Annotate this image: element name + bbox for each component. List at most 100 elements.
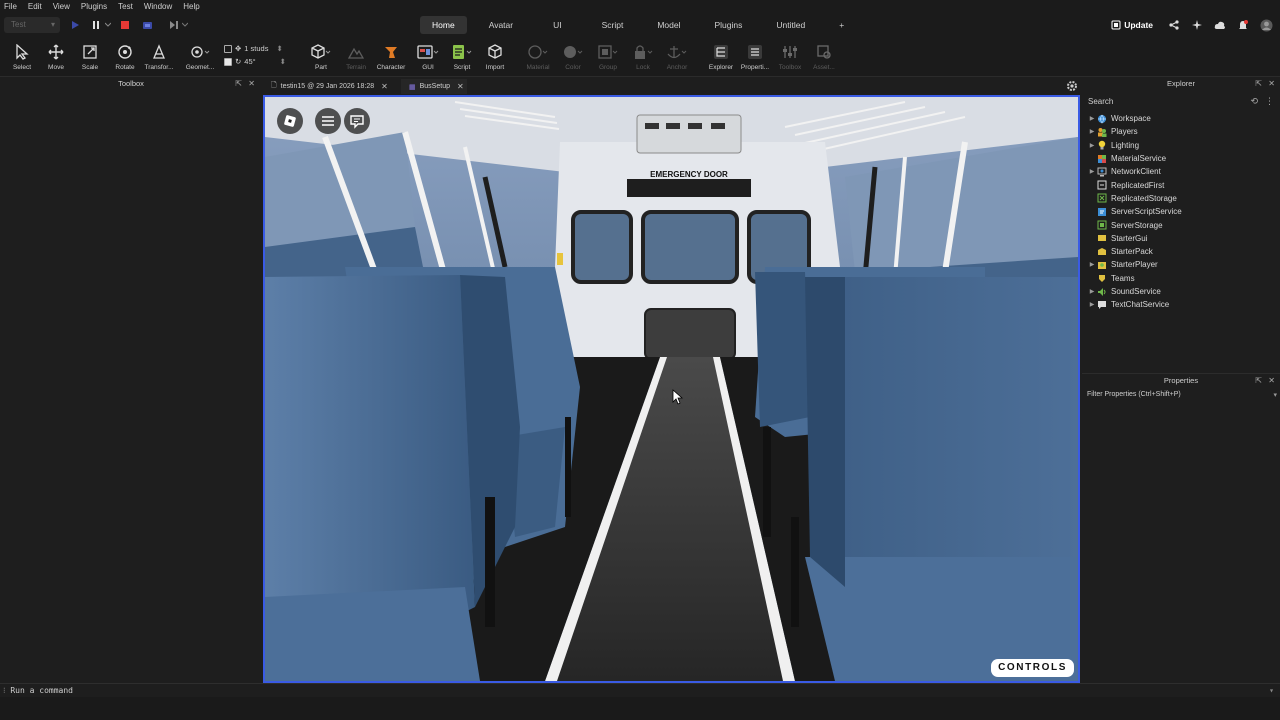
- rotate-tool-button[interactable]: Rotate: [107, 42, 143, 74]
- client-server-icon[interactable]: [141, 19, 153, 31]
- move-snap-value[interactable]: 1 studs: [244, 44, 268, 53]
- tab-home[interactable]: Home: [420, 16, 467, 34]
- tree-item-soundservice[interactable]: ▶ SoundService: [1082, 285, 1280, 298]
- pause-button[interactable]: [90, 19, 102, 31]
- gui-button[interactable]: GUI: [410, 42, 446, 74]
- avatar[interactable]: [1258, 17, 1274, 33]
- chevron-down-icon[interactable]: [181, 19, 189, 31]
- group-button[interactable]: Group: [590, 42, 626, 74]
- lock-button[interactable]: Lock: [625, 42, 661, 74]
- command-input[interactable]: Run a command: [10, 686, 73, 695]
- controls-button[interactable]: CONTROLS: [991, 659, 1074, 677]
- color-button[interactable]: Color: [555, 42, 591, 74]
- close-icon[interactable]: ✕: [248, 77, 255, 91]
- popout-icon[interactable]: ⇱: [1255, 374, 1262, 388]
- chevron-down-icon[interactable]: ▾: [1269, 684, 1274, 698]
- menu-help[interactable]: Help: [183, 2, 199, 11]
- explorer-toggle-button[interactable]: Explorer: [703, 42, 739, 74]
- expand-arrow-icon[interactable]: ▶: [1087, 168, 1097, 175]
- more-options-icon[interactable]: ⋮: [1265, 96, 1274, 107]
- 3d-viewport[interactable]: EMERGENCY DOOR CONTROLS: [263, 95, 1080, 683]
- expand-arrow-icon[interactable]: ▶: [1087, 261, 1097, 268]
- toolbox-toggle-button[interactable]: Toolbox: [772, 42, 808, 74]
- doc-tab-bussetup[interactable]: ▦ BusSetup ✕: [401, 79, 467, 94]
- part-button[interactable]: Part: [303, 42, 339, 74]
- tab-untitled[interactable]: Untitled: [764, 16, 817, 34]
- character-button[interactable]: Character: [373, 42, 409, 74]
- tree-item-serverstorage[interactable]: ServerStorage: [1082, 218, 1280, 231]
- tree-item-workspace[interactable]: ▶ Workspace: [1082, 112, 1280, 125]
- menu-test[interactable]: Test: [118, 2, 133, 11]
- tree-item-starterpack[interactable]: StarterPack: [1082, 245, 1280, 258]
- tree-item-starterplayer[interactable]: ▶ StarterPlayer: [1082, 258, 1280, 271]
- geometry-tool-button[interactable]: Geomet...: [182, 42, 218, 74]
- chevron-down-icon[interactable]: [104, 19, 112, 31]
- material-button[interactable]: Material: [520, 42, 556, 74]
- tree-item-startergui[interactable]: StarterGui: [1082, 232, 1280, 245]
- tab-avatar[interactable]: Avatar: [477, 16, 525, 34]
- roblox-menu-button[interactable]: [277, 108, 303, 134]
- menu-file[interactable]: File: [4, 2, 17, 11]
- rotate-snap-checkbox[interactable]: [224, 57, 232, 66]
- command-bar[interactable]: ⁝ Run a command ▾: [0, 683, 1280, 697]
- terrain-button[interactable]: Terrain: [338, 42, 374, 74]
- share-icon[interactable]: [1166, 17, 1182, 33]
- add-tab-button[interactable]: +: [827, 16, 856, 34]
- notification-bell-icon[interactable]: [1235, 17, 1251, 33]
- properties-toggle-button[interactable]: Properti...: [737, 42, 773, 74]
- tree-item-replicatedfirst[interactable]: ReplicatedFirst: [1082, 178, 1280, 191]
- hamburger-menu-button[interactable]: [315, 108, 341, 134]
- stop-button[interactable]: [119, 19, 131, 31]
- tab-plugins[interactable]: Plugins: [703, 16, 755, 34]
- explorer-search-input[interactable]: Search: [1086, 95, 1276, 109]
- gear-icon[interactable]: [1066, 80, 1078, 92]
- step-forward-icon[interactable]: [168, 19, 180, 31]
- tab-ui[interactable]: UI: [535, 16, 580, 34]
- move-snap-row[interactable]: ✥ 1 studs ⬍: [224, 42, 294, 55]
- assistant-icon[interactable]: [1189, 17, 1205, 33]
- chevron-down-icon[interactable]: ▾: [1273, 391, 1277, 399]
- close-icon[interactable]: ✕: [1268, 374, 1275, 388]
- tree-item-textchatservice[interactable]: ▶ TextChatService: [1082, 298, 1280, 311]
- tab-model[interactable]: Model: [645, 16, 692, 34]
- expand-arrow-icon[interactable]: ▶: [1087, 288, 1097, 295]
- close-icon[interactable]: ✕: [457, 82, 464, 91]
- script-button[interactable]: Script: [444, 42, 480, 74]
- expand-arrow-icon[interactable]: ▶: [1087, 301, 1097, 308]
- menu-edit[interactable]: Edit: [28, 2, 42, 11]
- doc-tab-place[interactable]: 🗋 testin15 @ 29 Jan 2026 18:28 ✕: [263, 79, 393, 94]
- scale-tool-button[interactable]: Scale: [72, 42, 108, 74]
- history-icon[interactable]: ⟲: [1250, 96, 1258, 107]
- stepper-icon[interactable]: ⬍: [276, 44, 282, 53]
- update-button[interactable]: Update: [1105, 17, 1159, 33]
- filter-properties-input[interactable]: Filter Properties (Ctrl+Shift+P) ▾: [1087, 391, 1277, 399]
- rotate-snap-value[interactable]: 45°: [244, 57, 255, 66]
- import-button[interactable]: Import: [477, 42, 513, 74]
- move-snap-checkbox[interactable]: [224, 44, 232, 53]
- menu-window[interactable]: Window: [144, 2, 172, 11]
- tab-script[interactable]: Script: [590, 16, 636, 34]
- menu-view[interactable]: View: [53, 2, 70, 11]
- tree-item-lighting[interactable]: ▶ Lighting: [1082, 139, 1280, 152]
- expand-arrow-icon[interactable]: ▶: [1087, 115, 1097, 122]
- chat-button[interactable]: [344, 108, 370, 134]
- cloud-icon[interactable]: [1212, 17, 1228, 33]
- tree-item-teams[interactable]: Teams: [1082, 272, 1280, 285]
- asset-manager-button[interactable]: Asset...: [806, 42, 842, 74]
- move-tool-button[interactable]: Move: [38, 42, 74, 74]
- tree-item-players[interactable]: ▶ Players: [1082, 125, 1280, 138]
- rotate-snap-row[interactable]: ↻ 45° ⬍: [224, 55, 294, 68]
- transform-tool-button[interactable]: Transfor...: [141, 42, 177, 74]
- menu-plugins[interactable]: Plugins: [81, 2, 107, 11]
- tree-item-replicatedstorage[interactable]: ReplicatedStorage: [1082, 192, 1280, 205]
- select-tool-button[interactable]: Select: [4, 42, 40, 74]
- popout-icon[interactable]: ⇱: [1255, 77, 1262, 91]
- test-mode-selector[interactable]: Test ▾: [4, 17, 60, 33]
- close-icon[interactable]: ✕: [1268, 77, 1275, 91]
- play-icon[interactable]: [69, 19, 81, 31]
- anchor-button[interactable]: Anchor: [659, 42, 695, 74]
- close-icon[interactable]: ✕: [381, 82, 388, 91]
- expand-arrow-icon[interactable]: ▶: [1087, 142, 1097, 149]
- tree-item-networkclient[interactable]: ▶ NetworkClient: [1082, 165, 1280, 178]
- popout-icon[interactable]: ⇱: [235, 77, 242, 91]
